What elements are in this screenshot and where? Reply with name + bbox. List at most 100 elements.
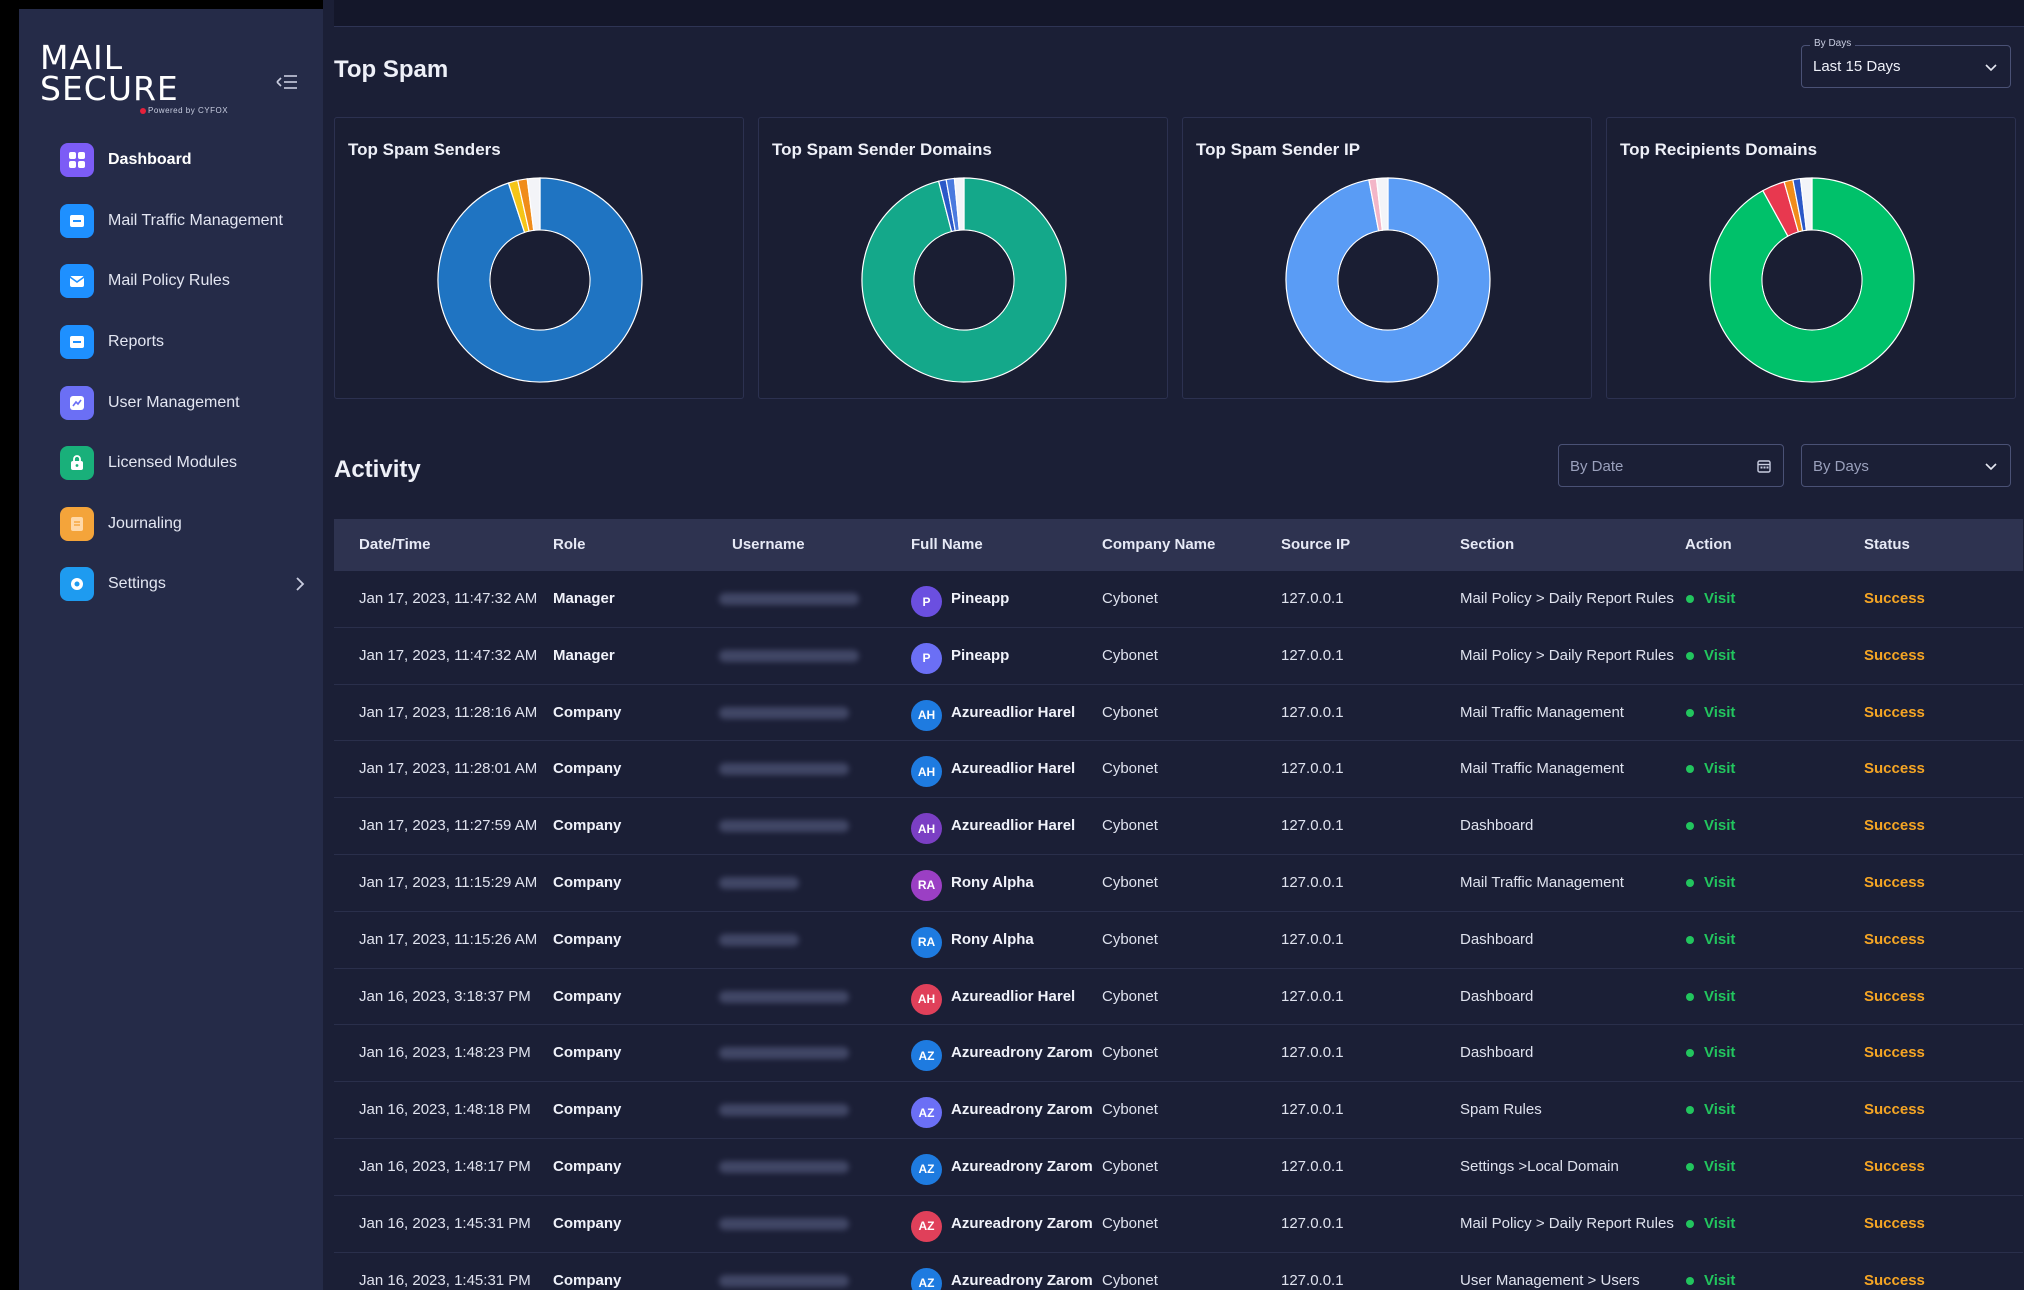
by-days-select[interactable]: By Days — [1801, 444, 2011, 487]
by-date-picker[interactable]: By Date — [1558, 444, 1784, 487]
table-row[interactable]: Jan 16, 2023, 1:45:31 PM Company AZ Azuread… — [334, 1253, 2023, 1290]
visit-link[interactable]: Visit — [1704, 1215, 1735, 1232]
column-header-role[interactable]: Role — [553, 536, 586, 553]
visit-link[interactable]: Visit — [1704, 874, 1735, 891]
cell-username-redacted — [719, 593, 859, 605]
sidebar-item-user-management[interactable]: User Management — [41, 372, 323, 433]
action-status-dot-icon — [1686, 595, 1694, 603]
cell-username-redacted — [719, 1047, 849, 1060]
table-row[interactable]: Jan 17, 2023, 11:15:26 AM Company RA Rony A… — [334, 912, 2023, 969]
visit-link[interactable]: Visit — [1704, 1158, 1735, 1175]
column-header-action[interactable]: Action — [1685, 536, 1732, 553]
sidebar-item-label: User Management — [108, 393, 240, 411]
column-header-status[interactable]: Status — [1864, 536, 1910, 553]
avatar: AZ — [911, 1153, 942, 1185]
journaling-icon — [60, 506, 94, 541]
status-badge: Success — [1864, 760, 1925, 778]
table-row[interactable]: Jan 17, 2023, 11:28:01 AM Company AH Azurea… — [334, 741, 2023, 799]
cell-company: Cybonet — [1102, 1044, 1158, 1062]
cell-username-redacted — [719, 1104, 849, 1117]
user-management-icon — [60, 385, 94, 420]
table-row[interactable]: Jan 17, 2023, 11:28:16 AM Company AH Azurea… — [334, 685, 2023, 742]
sidebar-item-reports[interactable]: Reports — [41, 312, 323, 373]
visit-link[interactable]: Visit — [1704, 704, 1735, 721]
spam-chart-card: Top Spam Senders — [334, 117, 744, 399]
cell-full-name: Pineapp — [951, 646, 1010, 664]
sidebar-item-mail-traffic-management[interactable]: Mail Traffic Management — [41, 191, 323, 252]
sidebar-item-journaling[interactable]: Journaling — [41, 494, 323, 555]
table-row[interactable]: Jan 17, 2023, 11:15:29 AM Company RA Rony A… — [334, 855, 2023, 912]
cell-company: Cybonet — [1102, 817, 1158, 835]
action-status-dot-icon — [1686, 1106, 1694, 1115]
cell-role: Company — [553, 1101, 622, 1119]
sidebar-item-mail-policy-rules[interactable]: Mail Policy Rules — [41, 251, 323, 312]
cell-company: Cybonet — [1102, 646, 1158, 664]
table-row[interactable]: Jan 16, 2023, 1:48:18 PM Company AZ Azuread… — [334, 1082, 2023, 1139]
table-row[interactable]: Jan 16, 2023, 3:18:37 PM Company AH Azuread… — [334, 969, 2023, 1026]
status-badge: Success — [1864, 987, 1925, 1005]
table-row[interactable]: Jan 17, 2023, 11:47:32 AM Manager P Pineapp… — [334, 628, 2023, 685]
cell-username-redacted — [719, 933, 799, 946]
visit-link[interactable]: Visit — [1704, 647, 1735, 664]
visit-link[interactable]: Visit — [1704, 931, 1735, 948]
column-header-section[interactable]: Section — [1460, 536, 1514, 553]
cell-role: Company — [553, 1214, 622, 1232]
column-header-full-name[interactable]: Full Name — [911, 536, 983, 553]
cell-source-ip: 127.0.0.1 — [1281, 1101, 1344, 1119]
chevron-down-icon — [1985, 64, 1997, 72]
column-header-username[interactable]: Username — [732, 536, 805, 553]
cell-datetime: Jan 16, 2023, 1:45:31 PM — [359, 1271, 531, 1289]
action-status-dot-icon — [1686, 1049, 1694, 1058]
sidebar-item-settings[interactable]: Settings — [41, 554, 323, 615]
sidebar-item-dashboard[interactable]: Dashboard — [41, 130, 323, 191]
column-header-source-ip[interactable]: Source IP — [1281, 536, 1350, 553]
activity-table: Date/Time Role Username Full Name Company Na… — [334, 519, 2023, 1290]
table-row[interactable]: Jan 16, 2023, 1:45:31 PM Company AZ Azuread… — [334, 1196, 2023, 1253]
cell-datetime: Jan 16, 2023, 1:48:23 PM — [359, 1044, 531, 1062]
avatar: AH — [911, 756, 942, 788]
activity-title: Activity — [334, 456, 421, 483]
cell-section: Settings >Local Domain — [1460, 1157, 1619, 1175]
visit-link[interactable]: Visit — [1704, 1272, 1735, 1289]
status-badge: Success — [1864, 1101, 1925, 1119]
cell-datetime: Jan 16, 2023, 3:18:37 PM — [359, 987, 531, 1005]
visit-link[interactable]: Visit — [1704, 760, 1735, 777]
visit-link[interactable]: Visit — [1704, 590, 1735, 607]
donut-chart — [1709, 177, 1915, 383]
logo-tagline: Powered by CYFOX — [140, 106, 228, 115]
table-row[interactable]: Jan 17, 2023, 11:47:32 AM Manager P Pineapp… — [334, 571, 2023, 628]
sidebar-item-licensed-modules[interactable]: Licensed Modules — [41, 433, 323, 494]
collapse-sidebar-icon[interactable] — [271, 67, 301, 97]
table-row[interactable]: Jan 17, 2023, 11:27:59 AM Company AH Azurea… — [334, 798, 2023, 855]
cell-role: Company — [553, 760, 622, 778]
spam-chart-card: Top Spam Sender IP — [1182, 117, 1592, 399]
sidebar: MAIL SECURE Powered by CYFOX Dashboard Ma… — [19, 9, 323, 1290]
cell-company: Cybonet — [1102, 930, 1158, 948]
donut-hole — [1762, 230, 1862, 330]
visit-link[interactable]: Visit — [1704, 1101, 1735, 1118]
top-spam-days-select[interactable]: By Days Last 15 Days — [1801, 38, 2011, 88]
visit-link[interactable]: Visit — [1704, 817, 1735, 834]
cell-source-ip: 127.0.0.1 — [1281, 590, 1344, 607]
avatar: AZ — [911, 1210, 942, 1242]
visit-link[interactable]: Visit — [1704, 988, 1735, 1005]
cell-username-redacted — [719, 763, 849, 776]
cell-company: Cybonet — [1102, 590, 1158, 607]
avatar: RA — [911, 926, 942, 958]
table-row[interactable]: Jan 16, 2023, 1:48:17 PM Company AZ Azuread… — [334, 1139, 2023, 1196]
cell-datetime: Jan 17, 2023, 11:28:01 AM — [359, 760, 538, 778]
cell-datetime: Jan 17, 2023, 11:15:26 AM — [359, 930, 538, 948]
status-badge: Success — [1864, 1044, 1925, 1062]
cell-company: Cybonet — [1102, 1271, 1158, 1289]
cell-full-name: Azureadrony Zarom — [951, 1214, 1093, 1232]
sidebar-item-label: Mail Policy Rules — [108, 272, 230, 290]
cell-datetime: Jan 17, 2023, 11:27:59 AM — [359, 817, 538, 835]
donut-chart — [437, 177, 643, 383]
column-header-company-name[interactable]: Company Name — [1102, 536, 1215, 553]
donut-chart — [861, 177, 1067, 383]
table-row[interactable]: Jan 16, 2023, 1:48:23 PM Company AZ Azuread… — [334, 1025, 2023, 1083]
visit-link[interactable]: Visit — [1704, 1044, 1735, 1061]
cell-username-redacted — [719, 876, 799, 889]
avatar: AZ — [911, 1267, 942, 1290]
column-header-date-time[interactable]: Date/Time — [359, 536, 430, 553]
